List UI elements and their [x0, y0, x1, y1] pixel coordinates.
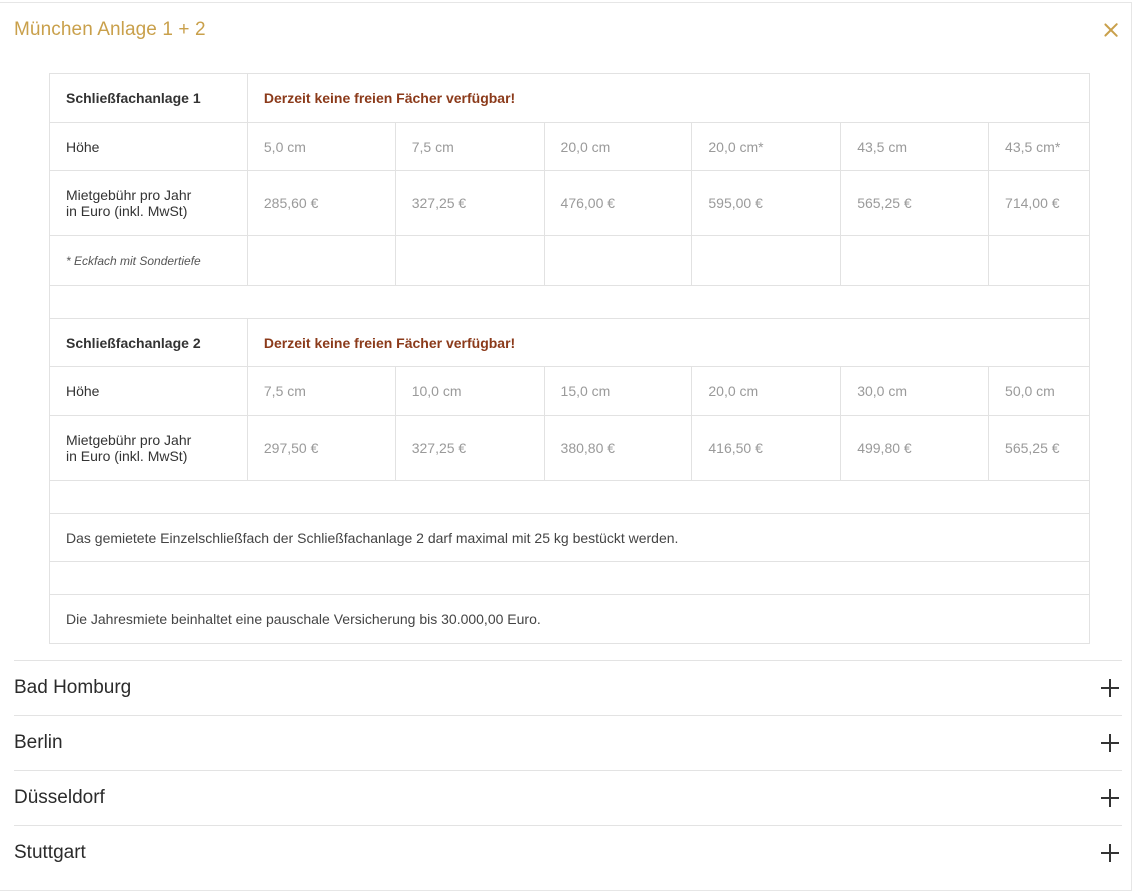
fee-value: 327,25 €	[394, 170, 545, 236]
table-row-fee: Mietgebühr pro Jahr in Euro (inkl. MwSt)…	[49, 415, 1090, 481]
fee-label-line2: in Euro (inkl. MwSt)	[66, 203, 188, 219]
table-row-insurance-note: Die Jahresmiete beinhaltet eine pauschal…	[49, 594, 1090, 644]
empty-cell	[246, 235, 396, 286]
accordion-item-berlin[interactable]: Berlin	[14, 715, 1122, 770]
insurance-note: Die Jahresmiete beinhaltet eine pauschal…	[49, 594, 1090, 644]
accordion-item-bad-homburg[interactable]: Bad Homburg	[14, 660, 1122, 715]
table-row-height: Höhe 7,5 cm 10,0 cm 15,0 cm 20,0 cm 30,0…	[49, 366, 1090, 416]
table-row-footnote: * Eckfach mit Sondertiefe	[49, 235, 1090, 286]
fee-value: 297,50 €	[246, 415, 396, 481]
plus-icon[interactable]	[1101, 679, 1119, 697]
height-value: 20,0 cm	[691, 366, 842, 416]
row-label: Höhe	[49, 366, 248, 416]
table-row-anlage2-header: Schließfachanlage 2 Derzeit keine freien…	[49, 318, 1091, 367]
table-row-height: Höhe 5,0 cm 7,5 cm 20,0 cm 20,0 cm* 43,5…	[49, 122, 1090, 171]
plus-icon[interactable]	[1101, 789, 1119, 807]
table-row-spacer	[49, 561, 1090, 595]
fee-value: 565,25 €	[988, 415, 1090, 481]
fee-value: 565,25 €	[840, 170, 990, 236]
plus-icon[interactable]	[1101, 844, 1119, 862]
accordion-item-duesseldorf[interactable]: Düsseldorf	[14, 770, 1122, 825]
height-value: 30,0 cm	[840, 366, 990, 416]
height-value: 7,5 cm	[246, 366, 396, 416]
table-row-anlage1-header: Schließfachanlage 1 Derzeit keine freien…	[49, 73, 1091, 123]
fee-value: 416,50 €	[691, 415, 842, 481]
weight-note: Das gemietete Einzelschließfach der Schl…	[49, 513, 1090, 562]
table-row-fee: Mietgebühr pro Jahr in Euro (inkl. MwSt)…	[49, 170, 1090, 236]
fee-label-line1: Mietgebühr pro Jahr	[66, 187, 192, 203]
accordion-item-title[interactable]: Stuttgart	[14, 842, 86, 864]
table-row-spacer	[49, 480, 1090, 514]
spacer-cell	[49, 480, 1090, 514]
locker-price-table: Schließfachanlage 1 Derzeit keine freien…	[49, 73, 1091, 644]
fee-value: 595,00 €	[691, 170, 842, 236]
empty-cell	[691, 235, 842, 286]
empty-cell	[988, 235, 1090, 286]
accordion-header-muenchen[interactable]: München Anlage 1 + 2	[14, 4, 1122, 56]
availability-status: Derzeit keine freien Fächer verfügbar!	[246, 318, 1091, 367]
availability-status: Derzeit keine freien Fächer verfügbar!	[246, 73, 1091, 123]
fee-value: 714,00 €	[988, 170, 1090, 236]
height-value: 7,5 cm	[394, 122, 545, 171]
height-value: 20,0 cm*	[691, 122, 842, 171]
height-value: 20,0 cm	[543, 122, 693, 171]
row-label: Mietgebühr pro Jahr in Euro (inkl. MwSt)	[49, 415, 248, 481]
fee-label-line1: Mietgebühr pro Jahr	[66, 432, 192, 448]
height-value: 43,5 cm	[840, 122, 990, 171]
height-value: 10,0 cm	[394, 366, 545, 416]
fee-label-line2: in Euro (inkl. MwSt)	[66, 448, 188, 464]
fee-value: 327,25 €	[394, 415, 545, 481]
height-value: 5,0 cm	[246, 122, 396, 171]
accordion-item-title[interactable]: Berlin	[14, 732, 63, 754]
accordion-item-stuttgart[interactable]: Stuttgart	[14, 825, 1122, 880]
plus-icon[interactable]	[1101, 734, 1119, 752]
accordion-item-title[interactable]: Düsseldorf	[14, 787, 105, 809]
empty-cell	[840, 235, 990, 286]
spacer-cell	[49, 285, 1090, 319]
footnote: * Eckfach mit Sondertiefe	[49, 235, 248, 286]
anlage-name: Schließfachanlage 1	[49, 73, 248, 123]
row-label: Mietgebühr pro Jahr in Euro (inkl. MwSt)	[49, 170, 248, 236]
empty-cell	[543, 235, 693, 286]
close-icon[interactable]	[1100, 19, 1122, 41]
fee-value: 499,80 €	[840, 415, 990, 481]
table-row-weight-note: Das gemietete Einzelschließfach der Schl…	[49, 513, 1090, 562]
height-value: 50,0 cm	[988, 366, 1090, 416]
fee-value: 285,60 €	[246, 170, 396, 236]
fee-value: 476,00 €	[543, 170, 693, 236]
accordion-item-title[interactable]: Bad Homburg	[14, 677, 131, 699]
height-value: 43,5 cm*	[988, 122, 1090, 171]
height-value: 15,0 cm	[543, 366, 693, 416]
row-label: Höhe	[49, 122, 248, 171]
anlage-name: Schließfachanlage 2	[49, 318, 248, 367]
table-row-spacer	[49, 285, 1090, 319]
accordion-title[interactable]: München Anlage 1 + 2	[14, 19, 206, 41]
fee-value: 380,80 €	[543, 415, 693, 481]
empty-cell	[394, 235, 545, 286]
spacer-cell	[49, 561, 1090, 595]
